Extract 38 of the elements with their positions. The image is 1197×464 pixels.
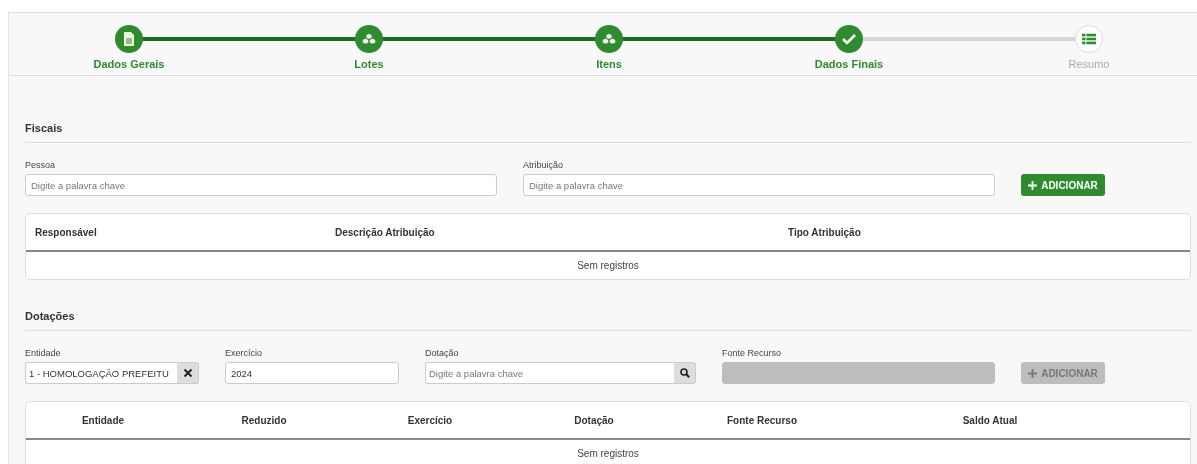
input-field[interactable]: Digite a palavra chave	[25, 174, 497, 196]
column-header: Entidade	[80, 414, 126, 426]
input-field[interactable]: Digite a palavra chave	[523, 174, 995, 196]
field-label: Exercício	[225, 348, 263, 358]
plus-icon	[1028, 180, 1038, 190]
step-label[interactable]: Itens	[596, 58, 622, 70]
step-label[interactable]: Lotes	[354, 58, 384, 70]
field-label: Entidade	[25, 348, 62, 358]
column-header: Exercício	[406, 414, 454, 426]
step-circle[interactable]	[835, 25, 863, 53]
step-label[interactable]: Dados Finais	[814, 58, 884, 70]
column-header: Fonte Recurso	[726, 414, 798, 426]
check-icon	[842, 32, 856, 46]
step-label[interactable]: Dados Gerais	[93, 58, 165, 70]
empty-message: Sem registros	[576, 447, 640, 461]
column-header: Dotação	[573, 414, 615, 426]
field-label: Atribuição	[523, 160, 565, 170]
add-button[interactable]: ADICIONAR	[1021, 174, 1105, 196]
section-title: Dotações	[25, 280, 1191, 331]
step-circle[interactable]	[355, 25, 383, 53]
column-header: Tipo Atribuição	[787, 226, 862, 238]
table-icon	[1082, 32, 1096, 46]
empty-message: Sem registros	[576, 259, 640, 273]
step-circle[interactable]	[1075, 25, 1103, 53]
step-circle[interactable]	[595, 25, 623, 53]
column-header: Descrição Atribuição	[334, 226, 436, 238]
step-label[interactable]: Resumo	[1068, 58, 1110, 70]
field-label: Pessoa	[25, 160, 57, 170]
plus-icon	[1028, 368, 1038, 378]
field-label: Fonte Recurso	[722, 348, 783, 358]
column-header: Reduzido	[240, 414, 288, 426]
input-field[interactable]: 2024	[225, 362, 399, 384]
field-label: Dotação	[425, 348, 460, 358]
section-title: Fiscais	[25, 76, 1191, 143]
column-header: Responsável	[34, 226, 98, 238]
step-circle[interactable]	[115, 25, 143, 53]
document-icon	[122, 32, 136, 46]
column-header: Saldo Atual	[961, 414, 1019, 426]
